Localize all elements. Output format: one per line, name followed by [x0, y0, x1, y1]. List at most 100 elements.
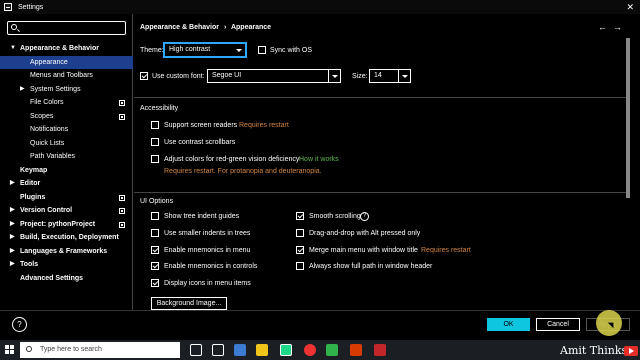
sidebar-item-label: System Settings: [30, 85, 81, 93]
sidebar-item[interactable]: ▶ Tools: [0, 258, 133, 272]
screen-readers-checkbox[interactable]: [151, 121, 159, 129]
option-checkbox[interactable]: [151, 212, 159, 220]
chevron-right-icon[interactable]: ▶: [10, 218, 15, 232]
chevron-right-icon[interactable]: ▶: [10, 258, 15, 272]
sidebar-item-label: Advanced Settings: [20, 274, 84, 282]
task-view-icon[interactable]: [212, 344, 224, 356]
sidebar-item[interactable]: File Colors: [0, 96, 133, 110]
help-icon[interactable]: ?: [360, 212, 369, 221]
sidebar-item[interactable]: Appearance: [0, 55, 133, 69]
breadcrumb-separator: ›: [223, 24, 227, 31]
sidebar-item[interactable]: Scopes: [0, 110, 133, 124]
option-label: Display icons in menu items: [164, 280, 251, 288]
sidebar-item[interactable]: ▶ Languages & Frameworks: [0, 245, 133, 259]
app-icon[interactable]: [374, 344, 386, 356]
sidebar-item[interactable]: Plugins: [0, 191, 133, 205]
option-label: Show tree indent guides: [164, 213, 240, 220]
chevron-right-icon[interactable]: ▶: [10, 204, 15, 218]
font-select[interactable]: Segoe UI: [207, 69, 341, 83]
content-scrollbar[interactable]: [626, 38, 630, 198]
ok-button[interactable]: OK: [487, 318, 530, 331]
windows-start-icon[interactable]: [5, 345, 15, 355]
help-icon[interactable]: ?: [12, 317, 27, 332]
theme-select-value: High contrast: [169, 46, 211, 53]
taskbar-search-input[interactable]: Type here to search: [20, 342, 180, 358]
option-label: Always show full path in window header: [309, 263, 433, 271]
project-scope-icon: [119, 221, 125, 228]
sidebar-item[interactable]: ▶ System Settings: [0, 83, 133, 97]
settings-sidebar: ▼ Appearance & Behavior Appearance Menus an…: [0, 14, 133, 310]
chevron-right-icon[interactable]: ▶: [10, 177, 15, 191]
option-checkbox[interactable]: [151, 279, 159, 288]
chevron-down-icon: [233, 44, 245, 56]
font-select-value: Segoe UI: [212, 72, 242, 79]
chevron-right-icon[interactable]: ▶: [10, 245, 15, 259]
app-icon: [4, 3, 12, 11]
chevron-down-icon[interactable]: ▼: [10, 42, 16, 56]
sidebar-item-label: Scopes: [30, 112, 54, 120]
sidebar-item[interactable]: ▶ Editor: [0, 177, 133, 191]
sidebar-item[interactable]: Quick Lists: [0, 137, 133, 151]
sidebar-item[interactable]: ▶ Build, Execution, Deployment: [0, 231, 133, 245]
contrast-scrollbars-checkbox[interactable]: [151, 138, 159, 146]
nav-buttons: ←→: [598, 22, 628, 32]
option-checkbox[interactable]: [151, 262, 159, 271]
breadcrumb-parent[interactable]: Appearance & Behavior: [140, 24, 219, 31]
search-input[interactable]: [7, 21, 126, 35]
color-adjust-checkbox[interactable]: [151, 155, 159, 163]
sidebar-item-label: Notifications: [30, 126, 69, 133]
option-label: Enable mnemonics in menu: [164, 246, 251, 254]
contrast-scrollbars-label: Use contrast scrollbars: [164, 139, 236, 146]
option-label: Enable mnemonics in controls: [164, 263, 258, 271]
sidebar-item-label: Appearance: [30, 58, 68, 66]
screen-readers-restart-note: Requires restart: [239, 122, 289, 129]
camtasia-icon[interactable]: [326, 344, 338, 356]
option-checkbox[interactable]: [296, 228, 304, 237]
option-checkbox[interactable]: [296, 245, 304, 254]
close-icon[interactable]: ✕: [626, 2, 634, 13]
sidebar-item[interactable]: Notifications: [0, 123, 133, 137]
pycharm-icon[interactable]: [280, 344, 292, 356]
sidebar-item-label: Project: pythonProject: [20, 220, 96, 228]
theme-select[interactable]: High contrast: [164, 43, 246, 57]
chevron-down-icon: [398, 70, 410, 82]
sidebar-item[interactable]: Advanced Settings: [0, 272, 133, 286]
sidebar-item-label: Menus and Toolbars: [30, 72, 93, 79]
sidebar-item[interactable]: Keymap: [0, 164, 133, 178]
window-title: Settings: [18, 3, 44, 11]
cancel-button[interactable]: Cancel: [536, 318, 580, 331]
sidebar-item[interactable]: ▼ Appearance & Behavior: [0, 42, 133, 56]
sidebar-item[interactable]: Path Variables: [0, 150, 133, 164]
chrome-icon[interactable]: [304, 344, 316, 356]
chevron-down-icon: [328, 70, 340, 82]
office-icon[interactable]: [350, 344, 362, 356]
accessibility-heading: Accessibility: [140, 105, 179, 112]
divider: [134, 192, 626, 193]
back-arrow-icon[interactable]: ←: [598, 22, 613, 32]
cortana-icon[interactable]: [190, 344, 202, 356]
option-checkbox[interactable]: [296, 262, 304, 271]
option-checkbox[interactable]: [296, 212, 304, 220]
chevron-right-icon[interactable]: ▶: [20, 83, 25, 97]
background-image-button[interactable]: Background Image...: [151, 297, 227, 310]
sync-os-checkbox[interactable]: [258, 46, 266, 54]
custom-font-checkbox[interactable]: [140, 72, 148, 80]
edge-icon[interactable]: [234, 344, 246, 356]
search-icon: [26, 346, 32, 352]
breadcrumb-current: Appearance: [230, 24, 272, 31]
forward-arrow-icon[interactable]: →: [613, 22, 628, 32]
option-checkbox[interactable]: [151, 245, 159, 254]
watermark-text: Amit Thinks: [560, 344, 628, 357]
sidebar-item[interactable]: ▶ Project: pythonProject: [0, 218, 133, 232]
project-scope-icon: [119, 194, 125, 201]
font-size-select[interactable]: 14: [369, 69, 411, 83]
sidebar-item-label: Version Control: [20, 207, 73, 214]
size-label: Size:: [352, 73, 368, 80]
file-explorer-icon[interactable]: [256, 344, 268, 356]
how-it-works-link[interactable]: How it works: [299, 156, 339, 163]
sidebar-item[interactable]: ▶ Version Control: [0, 204, 133, 218]
chevron-right-icon[interactable]: ▶: [10, 231, 15, 245]
option-checkbox[interactable]: [151, 228, 159, 237]
sidebar-item[interactable]: Menus and Toolbars: [0, 69, 133, 83]
project-scope-icon: [119, 100, 125, 106]
